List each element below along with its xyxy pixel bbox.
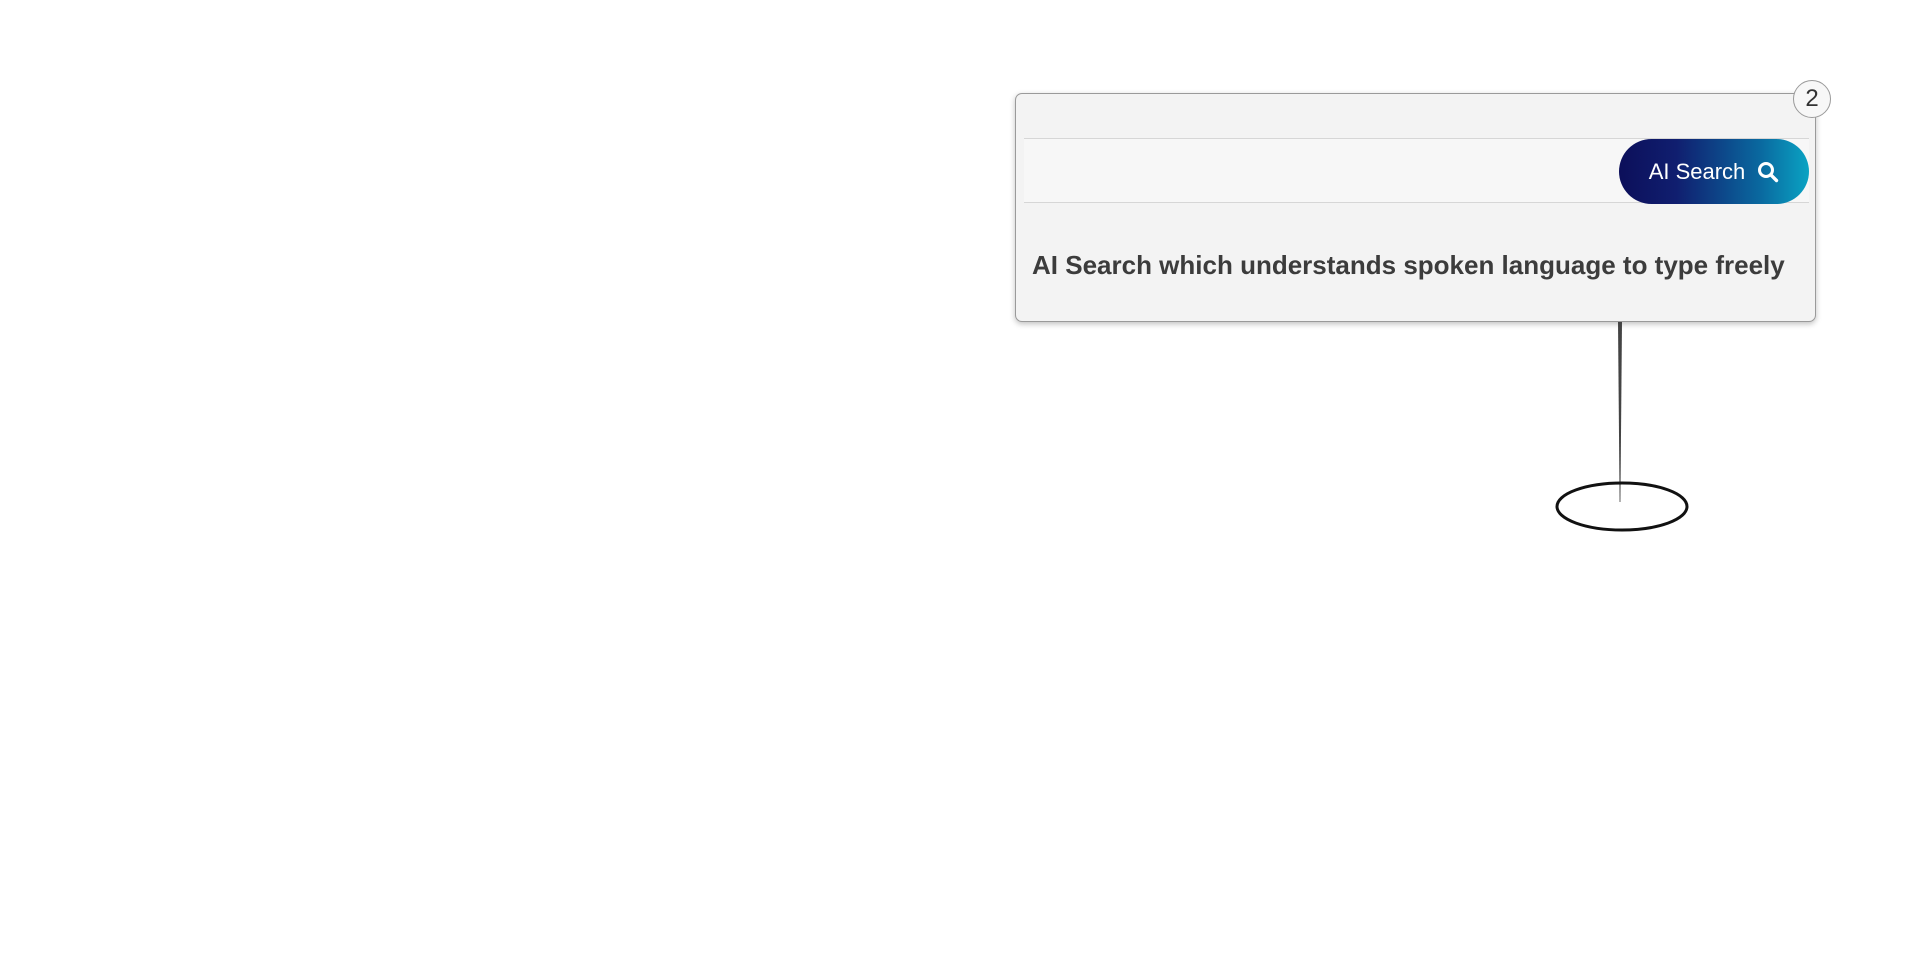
ai-search-button-label: AI Search	[1648, 158, 1746, 184]
search-icon	[1757, 161, 1779, 183]
tour-step-badge: 2	[1793, 80, 1831, 118]
ai-search-button[interactable]: AI Search	[1619, 139, 1809, 204]
tour-description: AI Search which understands spoken langu…	[1032, 250, 1785, 280]
tour-popover: AI Search AI Search which understands sp…	[1015, 93, 1816, 322]
tour-target-highlight	[1555, 481, 1689, 532]
tour-connector-line	[1618, 322, 1622, 502]
search-bar-preview: AI Search	[1024, 138, 1809, 204]
page-stage: AI Search AI Search which understands sp…	[0, 0, 1920, 954]
